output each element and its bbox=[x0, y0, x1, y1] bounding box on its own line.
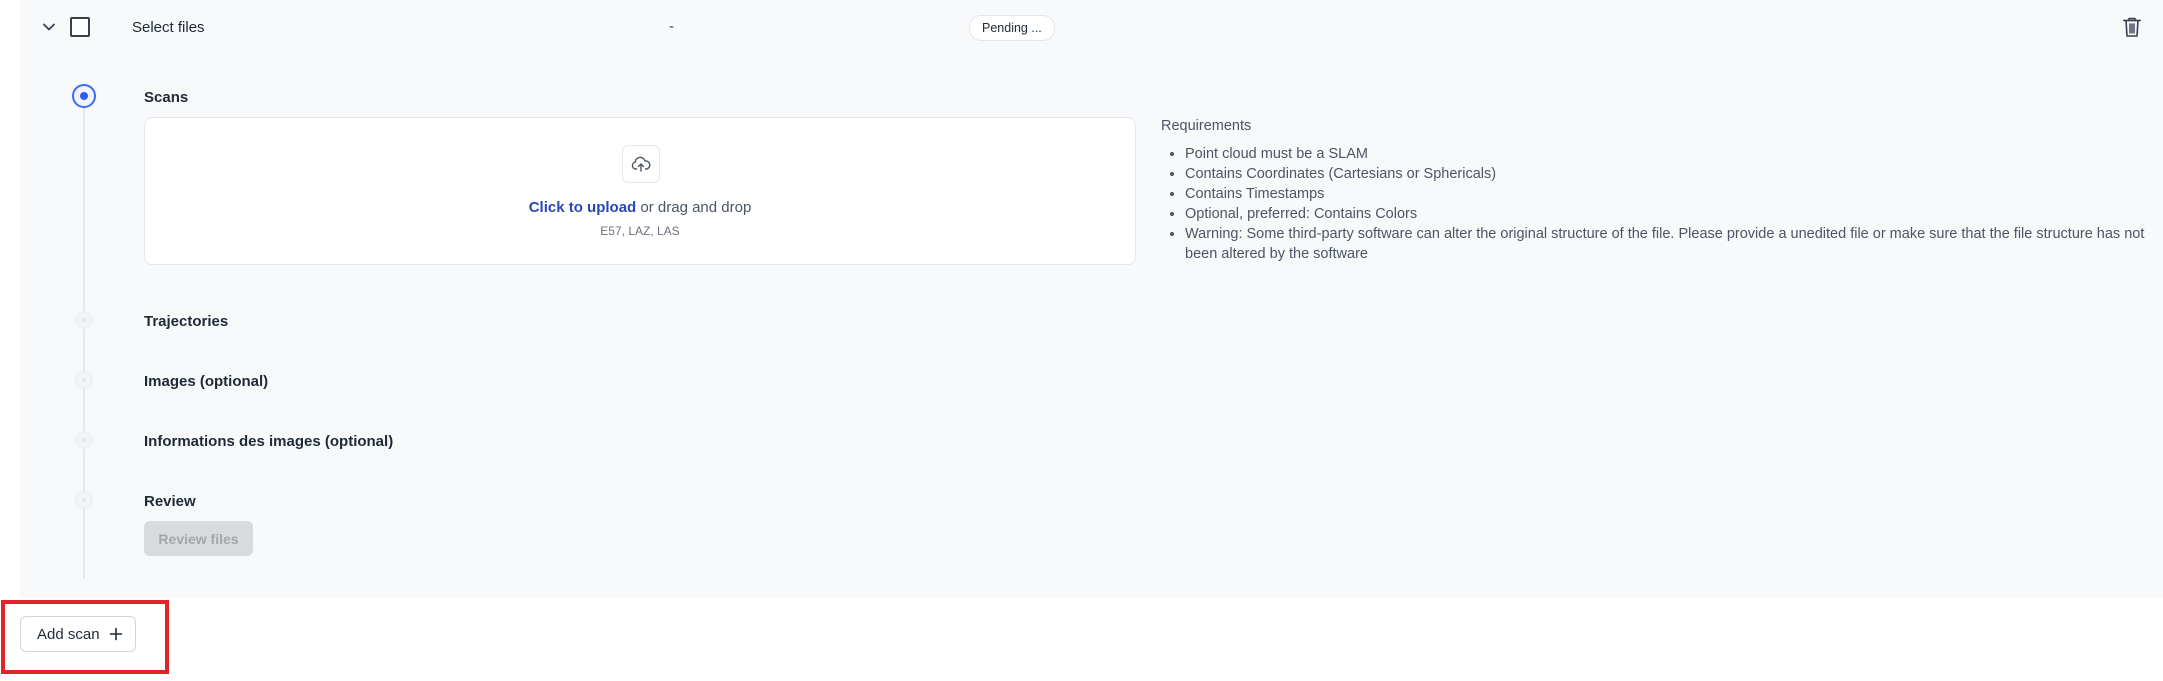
step-indicator-review bbox=[75, 491, 93, 509]
upload-instructions: Click to upload or drag and drop bbox=[145, 199, 1135, 216]
requirement-item: Contains Timestamps bbox=[1185, 184, 2155, 204]
requirements-title: Requirements bbox=[1161, 118, 1252, 134]
file-size-placeholder: - bbox=[669, 18, 674, 35]
requirements-list: Point cloud must be a SLAM Contains Coor… bbox=[1161, 144, 2155, 264]
review-files-button[interactable]: Review files bbox=[144, 521, 253, 556]
file-title: Select files bbox=[132, 19, 205, 36]
step-label-trajectories: Trajectories bbox=[144, 313, 229, 330]
scan-panel bbox=[20, 0, 2163, 598]
trash-icon[interactable] bbox=[2122, 16, 2142, 38]
requirement-item: Warning: Some third-party software can a… bbox=[1185, 224, 2155, 264]
requirement-item: Contains Coordinates (Cartesians or Sphe… bbox=[1185, 164, 2155, 184]
step-label-image-info: Informations des images (optional) bbox=[144, 433, 394, 450]
step-indicator-images bbox=[75, 371, 93, 389]
click-to-upload-link[interactable]: Click to upload bbox=[529, 199, 637, 216]
step-label-scans: Scans bbox=[144, 89, 189, 106]
select-checkbox[interactable] bbox=[70, 17, 90, 37]
step-indicator-trajectories bbox=[75, 311, 93, 329]
drag-drop-text: or drag and drop bbox=[636, 199, 752, 216]
add-scan-button[interactable]: Add scan bbox=[20, 616, 136, 652]
upload-formats: E57, LAZ, LAS bbox=[600, 224, 680, 238]
requirement-item: Optional, preferred: Contains Colors bbox=[1185, 204, 2155, 224]
step-indicator-image-info bbox=[75, 431, 93, 449]
chevron-down-icon[interactable] bbox=[40, 18, 58, 36]
add-scan-label: Add scan bbox=[37, 626, 100, 643]
step-label-images: Images (optional) bbox=[144, 373, 269, 390]
plus-icon bbox=[109, 627, 123, 641]
upload-icon-box bbox=[622, 145, 660, 183]
cloud-upload-icon bbox=[631, 156, 651, 172]
step-indicator-scans bbox=[72, 84, 96, 108]
requirement-item: Point cloud must be a SLAM bbox=[1185, 144, 2155, 164]
upload-dropzone[interactable]: Click to upload or drag and drop E57, LA… bbox=[144, 117, 1136, 265]
step-label-review: Review bbox=[144, 493, 196, 510]
status-badge: Pending ... bbox=[969, 15, 1055, 41]
